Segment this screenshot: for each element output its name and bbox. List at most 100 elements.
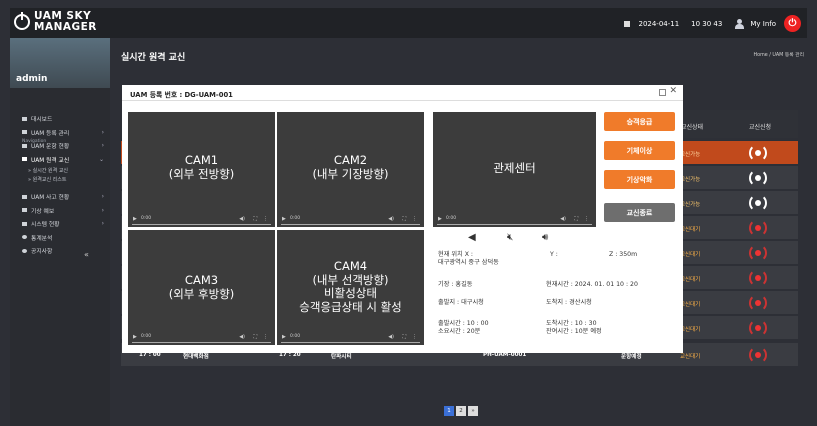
position-x: 현재 위치 X : <box>438 251 473 258</box>
sidebar-subitem-comm-list[interactable]: » 원격교신 리스트 <box>22 175 110 184</box>
live-broadcast-icon[interactable] <box>749 169 767 187</box>
more-options-icon[interactable]: ⋮ <box>584 216 589 222</box>
video-time: 0:00 <box>141 216 152 221</box>
modal-title: UAM 등록 번호 : DG-UAM-001 <box>130 91 233 99</box>
departure-info: 출발지 : 대구시청 <box>438 299 484 306</box>
play-icon[interactable]: ▶ <box>438 216 442 222</box>
live-broadcast-icon[interactable] <box>749 194 767 212</box>
sidebar-subitem-realtime-comm[interactable]: » 실시간 원격 교신 <box>22 166 110 175</box>
end-comm-button[interactable]: 교신종료 <box>604 203 675 222</box>
video-controls: ▶ 0:00 ◀) ⛶ ⋮ <box>277 333 424 345</box>
pagination: 1 2 » <box>444 406 478 416</box>
sidebar-item-dashboard[interactable]: 대시보드 <box>22 112 110 126</box>
bad-weather-button[interactable]: 기상악화 <box>604 170 675 189</box>
more-options-icon[interactable]: ⋮ <box>263 216 268 222</box>
volume-icon[interactable]: ◀) <box>560 216 566 222</box>
sidebar-item-system[interactable]: 시스템 현황 › <box>22 217 110 231</box>
video-progress-bar[interactable] <box>132 224 271 225</box>
video-time: 0:00 <box>446 216 457 221</box>
play-icon[interactable]: ▶ <box>282 334 286 340</box>
live-broadcast-icon[interactable] <box>749 144 767 162</box>
logo-power-icon <box>14 12 30 30</box>
remote-comm-modal: UAM 등록 번호 : DG-UAM-001 ✕ CAM1 (외부 전방향) ▶… <box>122 85 683 353</box>
maximize-icon[interactable] <box>659 89 666 96</box>
cam3-subtitle: (외부 후방향) <box>168 286 235 301</box>
volume-icon[interactable]: ◀) <box>388 334 394 340</box>
volume-icon[interactable]: ◀) <box>239 216 245 222</box>
live-broadcast-icon[interactable] <box>749 244 767 262</box>
control-center-video[interactable]: 관제센터 ▶ 0:00 ◀) ⛶ ⋮ <box>433 112 596 227</box>
cam2-video[interactable]: CAM2 (내부 기장방향) ▶ 0:00 ◀) ⛶ ⋮ <box>277 112 424 227</box>
fullscreen-icon[interactable]: ⛶ <box>253 334 257 340</box>
current-date: 2024-04-11 <box>638 19 680 28</box>
cam4-title: CAM4 <box>333 259 368 273</box>
volume-icon[interactable]: ◀) <box>388 216 394 222</box>
sidebar-item-statistics[interactable]: 통계분석 <box>22 231 110 245</box>
more-options-icon[interactable]: ⋮ <box>412 334 417 340</box>
cam4-subtitle: (내부 선객방향) <box>312 272 389 287</box>
play-icon[interactable]: ▶ <box>282 216 286 222</box>
arrival-info: 도착지 : 경산시청 <box>546 299 592 306</box>
page-1-button[interactable]: 1 <box>444 406 454 416</box>
live-broadcast-icon[interactable] <box>749 346 767 364</box>
volume-up-icon[interactable]: 🔊︎ <box>542 232 548 243</box>
top-bar: UAM SKY MANAGER 2024-04-11 10 30 43 My I… <box>10 8 807 38</box>
video-progress-bar[interactable] <box>281 224 420 225</box>
video-time: 0:00 <box>141 334 152 339</box>
arrival-time-info: 도착시간 : 10 : 30 <box>546 320 597 327</box>
status-text: 교신대기 <box>680 252 701 258</box>
video-controls: ▶ 0:00 ◀) ⛶ ⋮ <box>433 215 596 227</box>
live-broadcast-icon[interactable] <box>749 219 767 237</box>
video-controls: ▶ 0:00 ◀) ⛶ ⋮ <box>128 215 275 227</box>
sidebar-item-uam-remote-comm[interactable]: UAM 원격 교신 ⌄ <box>22 153 110 167</box>
page-title: 실시간 원격 교신 <box>121 53 186 63</box>
status-text: 교신대기 <box>680 227 701 233</box>
sidebar-item-uam-registration[interactable]: UAM 등록 관리 › <box>22 126 110 140</box>
video-progress-bar[interactable] <box>281 342 420 343</box>
fullscreen-icon[interactable]: ⛶ <box>253 216 257 222</box>
volume-icon[interactable]: ◀) <box>239 334 245 340</box>
sidebar-collapse-button[interactable]: « <box>84 250 89 259</box>
mute-icon[interactable]: 🔇︎ <box>507 232 513 243</box>
sidebar-item-notice[interactable]: 공지사항 <box>22 244 110 258</box>
fullscreen-icon[interactable]: ⛶ <box>574 216 578 222</box>
aircraft-fault-button[interactable]: 기체이상 <box>604 141 675 160</box>
fullscreen-icon[interactable]: ⛶ <box>402 334 406 340</box>
live-broadcast-icon[interactable] <box>749 319 767 337</box>
column-header-comm-request: 교신신청 <box>749 124 772 131</box>
close-icon[interactable]: ✕ <box>669 86 677 96</box>
chevron-right-icon: › <box>101 193 104 201</box>
video-time: 0:00 <box>290 334 301 339</box>
sidebar-item-uam-operation[interactable]: UAM 운항 현황 › <box>22 139 110 153</box>
video-progress-bar[interactable] <box>132 342 271 343</box>
breadcrumb: Home / UAM 등록 관리 <box>753 53 804 58</box>
page-2-button[interactable]: 2 <box>456 406 466 416</box>
cam3-video[interactable]: CAM3 (외부 후방향) ▶ 0:00 ◀) ⛶ ⋮ <box>128 230 275 345</box>
my-info-link[interactable]: My Info <box>734 18 776 29</box>
live-broadcast-icon[interactable] <box>749 294 767 312</box>
admin-username: admin <box>16 74 48 84</box>
cam1-video[interactable]: CAM1 (외부 전방향) ▶ 0:00 ◀) ⛶ ⋮ <box>128 112 275 227</box>
table-cell: 운항예정 <box>621 354 642 360</box>
play-icon[interactable]: ▶ <box>133 334 137 340</box>
sidebar-item-weather[interactable]: 기상 예보 › <box>22 204 110 218</box>
status-text: 교신대기 <box>680 277 701 283</box>
fullscreen-icon[interactable]: ⛶ <box>402 216 406 222</box>
play-icon[interactable]: ▶ <box>133 216 137 222</box>
app-logo[interactable]: UAM SKY MANAGER <box>14 11 124 35</box>
passenger-emergency-button[interactable]: 승객응급 <box>604 112 675 131</box>
status-text: 교신가능 <box>680 177 701 183</box>
more-options-icon[interactable]: ⋮ <box>263 334 268 340</box>
column-header-comm-status: 교신상태 <box>681 124 704 131</box>
sidebar-item-uam-accident[interactable]: UAM 사고 현황 › <box>22 190 110 204</box>
next-page-button[interactable]: » <box>468 406 478 416</box>
logo-line2: MANAGER <box>34 21 97 33</box>
video-progress-bar[interactable] <box>437 224 592 225</box>
cam4-video[interactable]: CAM4 (내부 선객방향) 비활성상태 승객응급상태 시 활성 ▶ 0:00 … <box>277 230 424 345</box>
more-options-icon[interactable]: ⋮ <box>412 216 417 222</box>
departure-time-info: 출발시간 : 10 : 00 <box>438 320 489 327</box>
live-broadcast-icon[interactable] <box>749 269 767 287</box>
logout-button[interactable]: ⏻ <box>784 15 801 32</box>
speaker-icon[interactable]: ◀ <box>468 232 476 243</box>
monitor-icon <box>22 208 27 213</box>
